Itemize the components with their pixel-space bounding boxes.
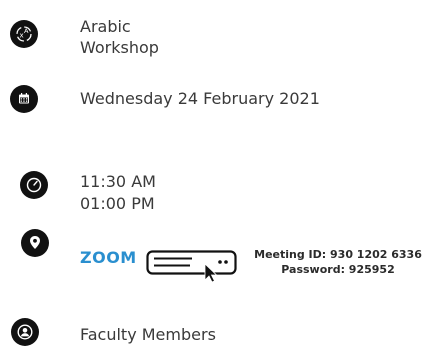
event-audience: Faculty Members	[80, 325, 216, 344]
calendar-icon	[10, 85, 38, 113]
meeting-id: Meeting ID: 930 1202 6336	[254, 248, 422, 261]
meeting-password: Password: 925952	[281, 263, 395, 276]
zoom-link[interactable]: ZOOM	[80, 248, 137, 267]
event-date: Wednesday 24 February 2021	[80, 89, 320, 108]
person-icon	[11, 318, 39, 346]
clock-icon	[20, 171, 48, 199]
svg-text:A: A	[24, 27, 29, 35]
event-start-time: 11:30 AM	[80, 172, 156, 191]
map-pin-icon	[21, 229, 49, 257]
event-end-time: 01:00 PM	[80, 194, 155, 213]
event-title-line1: Arabic	[80, 17, 131, 36]
translate-icon: x A	[10, 20, 38, 48]
event-title-line2: Workshop	[80, 38, 159, 57]
monitor-click-icon	[146, 250, 238, 288]
